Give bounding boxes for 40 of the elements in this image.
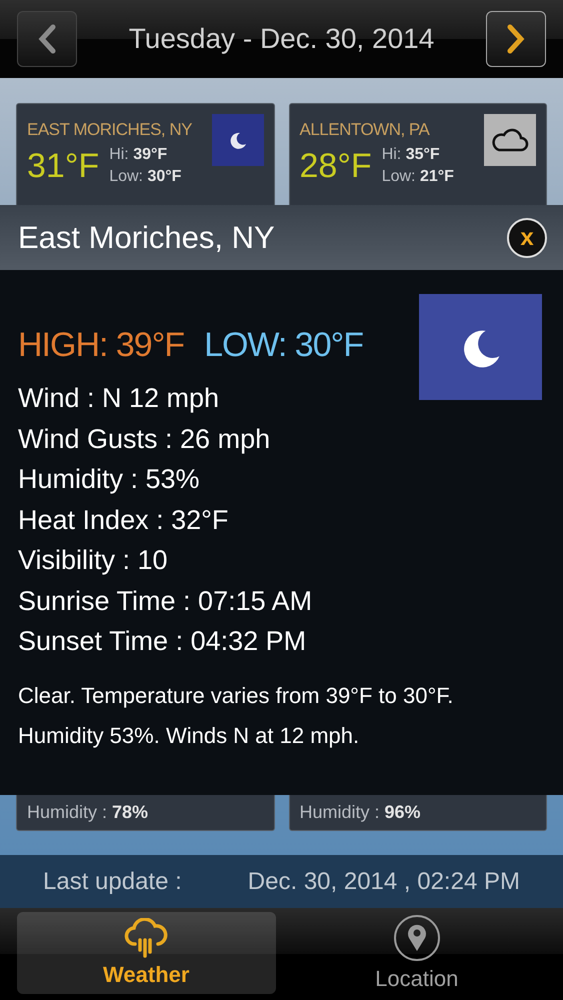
city-card[interactable]: Humidity : 78% bbox=[16, 795, 274, 831]
forward-button[interactable] bbox=[486, 11, 546, 67]
high-temperature: HIGH: 39°F bbox=[18, 326, 184, 365]
detail-line: Humidity : 53% bbox=[18, 463, 201, 496]
tab[interactable]: Weather bbox=[17, 912, 276, 994]
low-temperature: Low: 21°F bbox=[382, 167, 454, 187]
close-button[interactable]: x bbox=[507, 218, 547, 258]
city-name: EAST MORICHES, NY bbox=[27, 120, 193, 140]
high-temperature: Hi: 35°F bbox=[382, 145, 441, 165]
high-temperature: Hi: 39°F bbox=[109, 145, 168, 165]
tab[interactable]: Location bbox=[288, 912, 546, 994]
city-card[interactable]: Humidity : 96% bbox=[288, 795, 547, 831]
rain-cloud-icon bbox=[123, 918, 170, 958]
low-temperature: LOW: 30°F bbox=[204, 326, 363, 365]
city-card[interactable]: ALLENTOWN, PA 28°F Hi: 35°F Low: 21°F bbox=[288, 103, 547, 205]
moon-icon bbox=[419, 294, 542, 400]
detail-line: Sunset Time : 04:32 PM bbox=[18, 625, 308, 658]
current-temperature: 31°F bbox=[27, 146, 100, 186]
last-update-time: Dec. 30, 2014 , 02:24 PM bbox=[248, 868, 520, 896]
humidity-reading: Humidity : 78% bbox=[27, 802, 148, 823]
moon-icon bbox=[212, 114, 264, 166]
detail-line: Sunrise Time : 07:15 AM bbox=[18, 584, 314, 618]
detail-line: Heat Index : 32°F bbox=[18, 504, 230, 536]
low-temperature: Low: 30°F bbox=[109, 167, 182, 187]
chevron-right-icon bbox=[506, 24, 526, 54]
back-button[interactable] bbox=[17, 11, 77, 67]
location-pin-icon bbox=[392, 914, 441, 962]
detail-line: Wind Gusts : 26 mph bbox=[18, 422, 272, 456]
forecast-description: Clear. Temperature varies from 39°F to 30°F. Humidity 53%. Winds N at 12 mph. bbox=[18, 682, 454, 750]
detail-line: Visibility : 10 bbox=[18, 544, 169, 577]
city-card[interactable]: EAST MORICHES, NY 31°F Hi: 39°F Low: 30°F bbox=[16, 103, 274, 205]
date-title: Tuesday - Dec. 30, 2014 bbox=[128, 23, 434, 55]
humidity-reading: Humidity : 96% bbox=[300, 802, 421, 823]
popup-title: East Moriches, NY bbox=[18, 220, 275, 256]
chevron-left-icon bbox=[37, 24, 57, 54]
cloud-icon bbox=[484, 114, 536, 166]
current-temperature: 28°F bbox=[300, 146, 372, 186]
city-name: ALLENTOWN, PA bbox=[300, 120, 431, 140]
last-update-label: Last update : bbox=[43, 868, 182, 896]
detail-line: Wind : N 12 mph bbox=[18, 382, 220, 415]
